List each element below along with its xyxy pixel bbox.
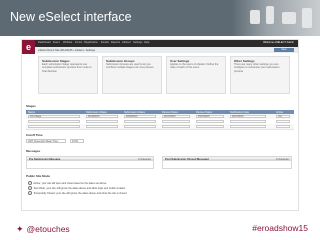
- toolbar-item[interactable]: Help: [144, 41, 149, 44]
- date-field[interactable]: [162, 125, 190, 128]
- app-screenshot: Dashboard Event Website Forms Registrati…: [22, 40, 298, 210]
- toolbar-item[interactable]: Event: [53, 41, 60, 44]
- stage-name-field[interactable]: First Stage: [28, 115, 80, 118]
- info-box-text: Each submission Stage represents one com…: [42, 63, 92, 73]
- date-field[interactable]: 01/07/2015: [162, 115, 190, 118]
- public-mode-option[interactable]: Test Mode: your site will ignore the dat…: [28, 186, 126, 191]
- stage-name-field[interactable]: [28, 125, 80, 128]
- date-field[interactable]: 15/07/2015: [196, 115, 224, 118]
- cutoff-time-select[interactable]: 23:59: [70, 139, 84, 143]
- option-label: Test Mode: your site will ignore the dat…: [33, 186, 126, 190]
- info-box-text: Submission Groups are used to let you co…: [106, 63, 154, 70]
- date-field[interactable]: [162, 120, 190, 123]
- toolbar-item[interactable]: Forms: [75, 41, 82, 44]
- info-box-text: There are many other settings you can co…: [234, 63, 280, 73]
- app-toolbar: Dashboard Event Website Forms Registrati…: [22, 40, 298, 47]
- option-label: Temporarily Closed: your site will ignor…: [33, 191, 127, 195]
- save-button[interactable]: Save: [274, 48, 294, 52]
- option-label: Active: your site will open and close ba…: [33, 181, 107, 185]
- toolbar-item[interactable]: Reports: [111, 41, 120, 44]
- date-field[interactable]: [230, 120, 266, 123]
- pre-submission-message-input[interactable]: [26, 160, 154, 169]
- public-mode-option[interactable]: Active: your site will open and close ba…: [28, 181, 107, 186]
- date-field[interactable]: [124, 125, 156, 128]
- toolbar-item[interactable]: Settings: [133, 41, 142, 44]
- slide-header: New eSelect interface: [0, 0, 320, 36]
- active-field[interactable]: [276, 125, 290, 128]
- toolbar-item[interactable]: Website: [63, 41, 72, 44]
- public-mode-option[interactable]: Temporarily Closed: your site will ignor…: [28, 191, 127, 196]
- post-submission-message-input[interactable]: [162, 160, 292, 169]
- date-field[interactable]: [196, 120, 224, 123]
- date-field[interactable]: [196, 125, 224, 128]
- info-box-submission-groups[interactable]: Submission Groups Submission Groups are …: [102, 56, 162, 94]
- active-field[interactable]: Yes: [276, 115, 290, 118]
- date-field[interactable]: 01/06/2015: [86, 115, 118, 118]
- twitter-handle-text: @etouches: [26, 224, 70, 234]
- stage-name-field[interactable]: [28, 120, 80, 123]
- section-messages-title: Messages: [26, 149, 41, 153]
- breadcrumb-bar: eSelect Demo Site 2014/2015 › eSelect › …: [22, 47, 298, 53]
- section-public-title: Public Site Mode: [26, 174, 51, 178]
- hashtag: #eroadshow15: [252, 223, 308, 233]
- breadcrumb[interactable]: eSelect Demo Site 2014/2015 › eSelect › …: [38, 49, 95, 52]
- slide-title: New eSelect interface: [10, 10, 132, 24]
- info-box-other-settings[interactable]: Other Settings There are many other sett…: [230, 56, 290, 94]
- info-box-text: Applies to the users of eSelect. Define …: [170, 63, 219, 70]
- radio-button[interactable]: [28, 191, 33, 196]
- toolbar-item[interactable]: Registration: [84, 41, 98, 44]
- date-field[interactable]: [86, 125, 118, 128]
- toolbar-item[interactable]: Dashboard: [38, 41, 51, 44]
- radio-button[interactable]: [28, 181, 33, 186]
- info-box-user-settings[interactable]: User Settings Applies to the users of eS…: [166, 56, 226, 94]
- header-photo: [232, 0, 320, 36]
- table-row: [26, 124, 294, 130]
- radio-button[interactable]: [28, 186, 33, 191]
- twitter-handle: ✦ @etouches: [16, 224, 70, 235]
- active-field[interactable]: [276, 120, 290, 123]
- date-field[interactable]: 20/07/2015: [230, 115, 266, 118]
- toolbar-item[interactable]: eSelect: [122, 41, 131, 44]
- toolbar-item[interactable]: Emails: [101, 41, 109, 44]
- date-field[interactable]: 30/06/2015: [124, 115, 156, 118]
- timezone-select[interactable]: GMT (Greenwich Mean Time): [26, 139, 66, 143]
- date-field[interactable]: [124, 120, 156, 123]
- twitter-bird-icon: ✦: [16, 224, 24, 234]
- section-stages-title: Stages: [26, 104, 36, 108]
- user-label[interactable]: Welcome eSELECT Admin: [263, 41, 294, 44]
- section-cutoff-title: Cutoff Time: [26, 133, 43, 137]
- info-box-submission-stages[interactable]: Submission Stages Each submission Stage …: [38, 56, 98, 94]
- date-field[interactable]: [230, 125, 266, 128]
- etouches-logo[interactable]: e: [22, 40, 35, 54]
- date-field[interactable]: [86, 120, 118, 123]
